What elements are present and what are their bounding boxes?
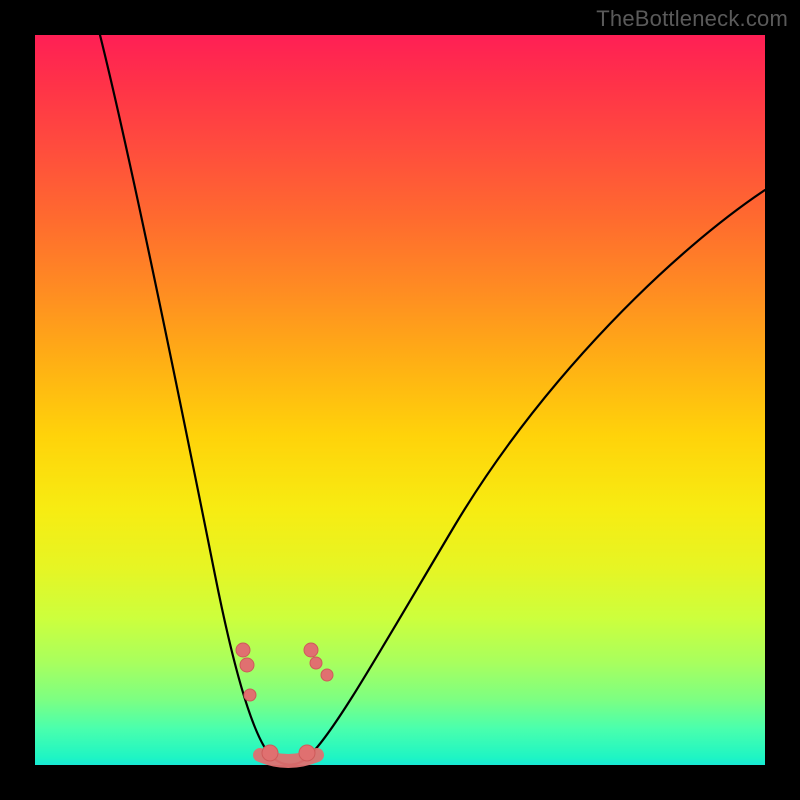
marker-dot [304, 643, 318, 657]
marker-dot [262, 745, 278, 761]
chart-frame: TheBottleneck.com [0, 0, 800, 800]
marker-dot [236, 643, 250, 657]
bottleneck-curve [100, 35, 765, 765]
chart-overlay [35, 35, 765, 765]
marker-dot [240, 658, 254, 672]
marker-dot [299, 745, 315, 761]
marker-dot [310, 657, 322, 669]
marker-dot [321, 669, 333, 681]
watermark-text: TheBottleneck.com [596, 6, 788, 32]
marker-dot [244, 689, 256, 701]
